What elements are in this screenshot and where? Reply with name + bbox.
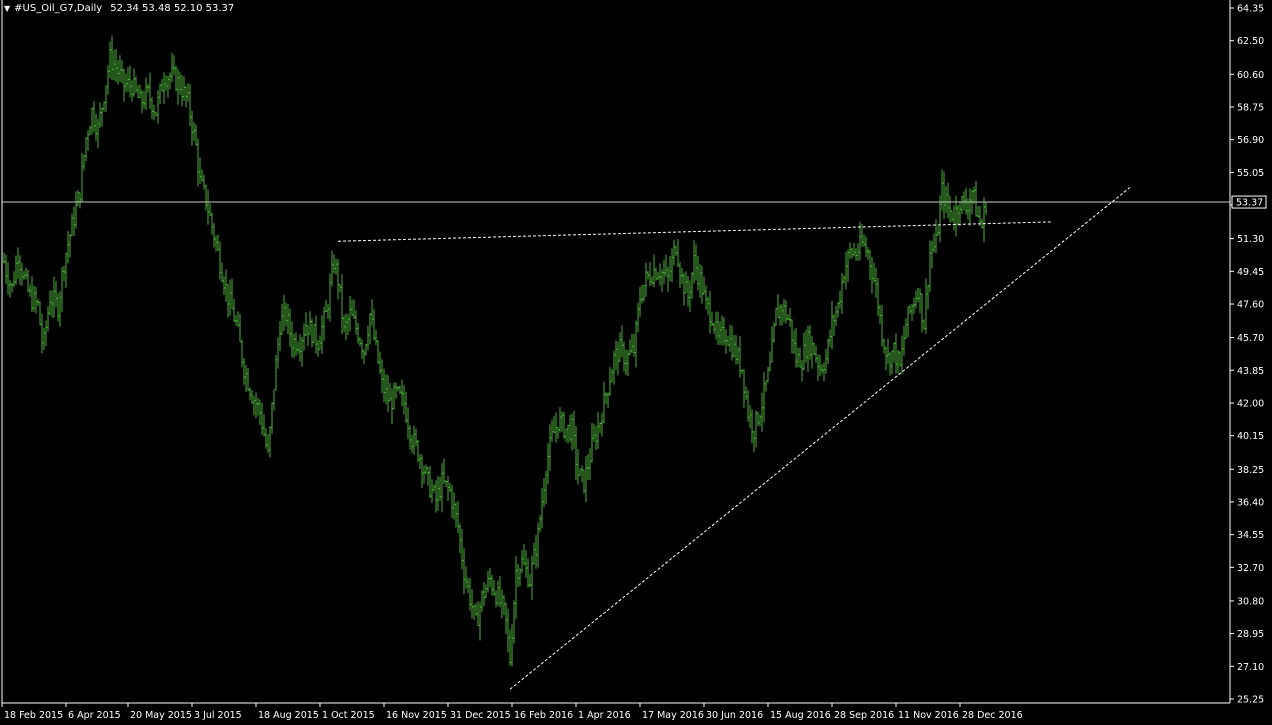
y-tick-label: 55.05: [1237, 168, 1264, 179]
chart-header: ▼ #US_Oil_G7,Daily 52.34 53.48 52.10 53.…: [4, 3, 234, 14]
x-tick-label: 31 Dec 2015: [450, 710, 511, 721]
y-tick-label: 28.95: [1237, 629, 1264, 640]
x-tick-label: 30 Jun 2016: [706, 710, 763, 721]
x-tick-label: 1 Oct 2015: [322, 710, 375, 721]
x-tick-label: 11 Nov 2016: [898, 710, 959, 721]
y-tick-label: 38.25: [1237, 465, 1264, 476]
x-tick-label: 18 Feb 2015: [4, 710, 63, 721]
x-tick-label: 15 Aug 2016: [770, 710, 831, 721]
y-tick-label: 30.80: [1237, 596, 1264, 607]
y-tick-label: 64.35: [1237, 4, 1264, 15]
x-tick-label: 18 Aug 2015: [258, 710, 319, 721]
x-tick-label: 20 May 2015: [130, 710, 192, 721]
y-tick-label: 56.90: [1237, 135, 1264, 146]
x-tick-label: 3 Jul 2015: [194, 710, 242, 721]
y-tick-label: 32.70: [1237, 563, 1264, 574]
y-tick-label: 27.10: [1237, 662, 1264, 673]
current-price-text: 53.37: [1236, 198, 1263, 209]
symbol-title: #US_Oil_G7,Daily: [14, 3, 103, 14]
y-tick-label: 60.60: [1237, 70, 1264, 81]
x-tick-label: 1 Apr 2016: [578, 710, 631, 721]
y-tick-label: 51.30: [1237, 234, 1264, 245]
x-tick-label: 16 Feb 2016: [514, 710, 573, 721]
y-tick-label: 47.60: [1237, 300, 1264, 311]
triangle-down-icon[interactable]: ▼: [4, 4, 10, 14]
current-price-label: 53.37: [1231, 195, 1267, 209]
y-tick-label: 42.00: [1237, 398, 1264, 409]
y-tick-label: 62.50: [1237, 36, 1264, 47]
x-tick-label: 16 Nov 2015: [386, 710, 447, 721]
y-tick-label: 43.85: [1237, 366, 1264, 377]
x-tick-label: 28 Dec 2016: [962, 710, 1023, 721]
y-tick-label: 49.45: [1237, 267, 1264, 278]
x-tick-label: 6 Apr 2015: [68, 710, 121, 721]
ohlc-values: 52.34 53.48 52.10 53.37: [110, 3, 235, 14]
y-tick-label: 36.40: [1237, 497, 1264, 508]
y-tick-label: 45.70: [1237, 333, 1264, 344]
price-chart[interactable]: 64.3562.5060.6058.7556.9055.0553.2051.30…: [0, 0, 1272, 725]
y-tick-label: 25.25: [1237, 695, 1264, 706]
x-tick-label: 28 Sep 2016: [834, 710, 894, 721]
x-tick-label: 17 May 2016: [642, 710, 704, 721]
y-tick-label: 40.15: [1237, 431, 1264, 442]
y-tick-label: 34.55: [1237, 530, 1264, 541]
y-tick-label: 58.75: [1237, 102, 1264, 113]
